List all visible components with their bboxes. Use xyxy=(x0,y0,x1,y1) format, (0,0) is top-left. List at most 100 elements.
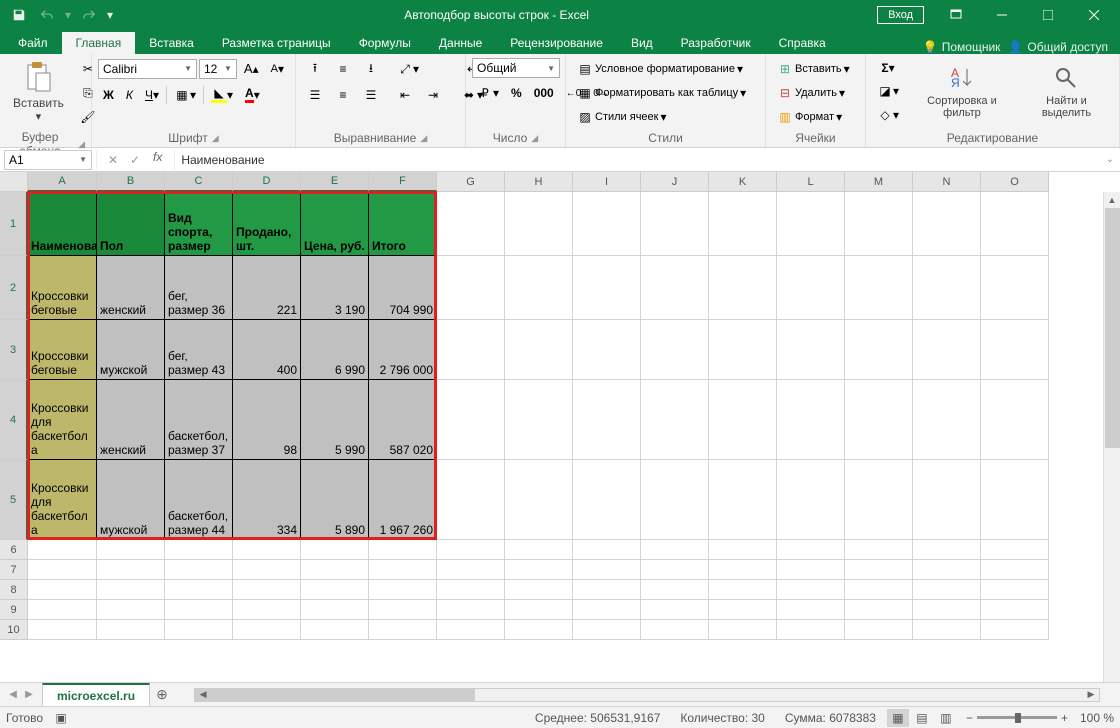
cell[interactable] xyxy=(913,600,981,620)
cell[interactable] xyxy=(505,460,573,540)
header-cell[interactable]: Вид спорта, размер xyxy=(165,192,233,256)
cell[interactable] xyxy=(845,460,913,540)
data-cell[interactable]: 400 xyxy=(233,320,301,380)
cell[interactable] xyxy=(369,600,437,620)
cell[interactable] xyxy=(301,540,369,560)
column-header[interactable]: M xyxy=(845,172,913,192)
cell-styles-button[interactable]: ▨Стили ячеек ▾ xyxy=(572,106,759,128)
launcher-icon[interactable]: ◢ xyxy=(78,139,85,150)
cell[interactable] xyxy=(28,560,97,580)
cell[interactable] xyxy=(165,580,233,600)
cell[interactable] xyxy=(437,380,505,460)
cell[interactable] xyxy=(165,620,233,640)
data-cell[interactable]: 221 xyxy=(233,256,301,320)
comma-button[interactable]: 000 xyxy=(529,83,559,103)
header-cell[interactable]: Продано, шт. xyxy=(233,192,301,256)
cell[interactable] xyxy=(641,560,709,580)
cell[interactable] xyxy=(641,580,709,600)
data-cell[interactable]: мужской xyxy=(97,320,165,380)
data-cell[interactable]: мужской xyxy=(97,460,165,540)
font-size-combo[interactable]: 12▼ xyxy=(199,59,237,79)
row-header[interactable]: 5 xyxy=(0,460,28,540)
cell[interactable] xyxy=(505,256,573,320)
cancel-formula-button[interactable]: ✕ xyxy=(103,150,123,170)
enter-formula-button[interactable]: ✓ xyxy=(125,150,145,170)
cell[interactable] xyxy=(28,620,97,640)
cell[interactable] xyxy=(28,580,97,600)
data-cell[interactable]: женский xyxy=(97,380,165,460)
cell[interactable] xyxy=(913,192,981,256)
cell[interactable] xyxy=(641,620,709,640)
view-page-break-button[interactable]: ▥ xyxy=(935,709,957,727)
data-cell[interactable]: баскетбол, размер 44 xyxy=(165,460,233,540)
cell[interactable] xyxy=(845,620,913,640)
cell[interactable] xyxy=(981,580,1049,600)
redo-icon[interactable] xyxy=(76,2,102,28)
data-cell[interactable]: 2 796 000 xyxy=(369,320,437,380)
cell[interactable] xyxy=(981,380,1049,460)
cell[interactable] xyxy=(913,620,981,640)
indent-decrease[interactable]: ⇤ xyxy=(392,84,418,106)
row-header[interactable]: 10 xyxy=(0,620,28,640)
tab-nav-next[interactable]: ▶ xyxy=(22,689,36,700)
cell[interactable] xyxy=(777,560,845,580)
cell[interactable] xyxy=(573,580,641,600)
column-header[interactable]: N xyxy=(913,172,981,192)
tab-home[interactable]: Главная xyxy=(62,32,136,54)
cell[interactable] xyxy=(165,560,233,580)
cell[interactable] xyxy=(777,540,845,560)
font-name-combo[interactable]: Calibri▼ xyxy=(98,59,197,79)
currency-button[interactable]: ₽▾ xyxy=(472,82,504,104)
cell[interactable] xyxy=(369,580,437,600)
cell[interactable] xyxy=(505,580,573,600)
cell[interactable] xyxy=(369,540,437,560)
tab-data[interactable]: Данные xyxy=(425,32,496,54)
tab-review[interactable]: Рецензирование xyxy=(496,32,617,54)
column-header[interactable]: B xyxy=(97,172,165,192)
fill-color-button[interactable]: ◣▾ xyxy=(206,84,238,106)
cell[interactable] xyxy=(641,380,709,460)
tab-formulas[interactable]: Формулы xyxy=(345,32,425,54)
paste-button[interactable]: Вставить▾ xyxy=(6,58,71,126)
insert-cells-button[interactable]: ⊞Вставить ▾ xyxy=(772,58,859,80)
cell[interactable] xyxy=(233,600,301,620)
cell[interactable] xyxy=(573,460,641,540)
cell[interactable] xyxy=(777,460,845,540)
cell[interactable] xyxy=(777,256,845,320)
header-cell[interactable]: Пол xyxy=(97,192,165,256)
cell[interactable] xyxy=(233,580,301,600)
add-sheet-button[interactable]: ⊕ xyxy=(150,686,174,703)
tab-insert[interactable]: Вставка xyxy=(135,32,208,54)
cell[interactable] xyxy=(845,256,913,320)
cell[interactable] xyxy=(641,540,709,560)
cell[interactable] xyxy=(97,600,165,620)
format-cells-button[interactable]: ▥Формат ▾ xyxy=(772,106,859,128)
header-cell[interactable]: Итого xyxy=(369,192,437,256)
data-cell[interactable]: 334 xyxy=(233,460,301,540)
data-cell[interactable]: женский xyxy=(97,256,165,320)
cell[interactable] xyxy=(28,540,97,560)
horizontal-scrollbar[interactable]: ◀▶ xyxy=(194,688,1100,702)
cell[interactable] xyxy=(981,600,1049,620)
cell[interactable] xyxy=(301,580,369,600)
orientation-button[interactable]: ⤢▾ xyxy=(392,58,424,80)
cell[interactable] xyxy=(641,256,709,320)
cell[interactable] xyxy=(97,540,165,560)
cell[interactable] xyxy=(641,600,709,620)
cell[interactable] xyxy=(505,320,573,380)
cell[interactable] xyxy=(981,320,1049,380)
tell-me[interactable]: 💡Помощник xyxy=(923,40,1001,54)
data-cell[interactable]: 704 990 xyxy=(369,256,437,320)
data-cell[interactable]: Кроссовки беговые xyxy=(28,320,97,380)
data-cell[interactable]: бег, размер 36 xyxy=(165,256,233,320)
save-icon[interactable] xyxy=(6,2,32,28)
cell[interactable] xyxy=(845,600,913,620)
cell[interactable] xyxy=(641,460,709,540)
autosum-button[interactable]: Σ ▾ xyxy=(872,58,904,78)
cell[interactable] xyxy=(641,192,709,256)
format-as-table-button[interactable]: ▦Форматировать как таблицу ▾ xyxy=(572,82,759,104)
header-cell[interactable]: Наименование xyxy=(28,192,97,256)
cell[interactable] xyxy=(505,540,573,560)
data-cell[interactable]: 587 020 xyxy=(369,380,437,460)
data-cell[interactable]: Кроссовки для баскетбола xyxy=(28,460,97,540)
